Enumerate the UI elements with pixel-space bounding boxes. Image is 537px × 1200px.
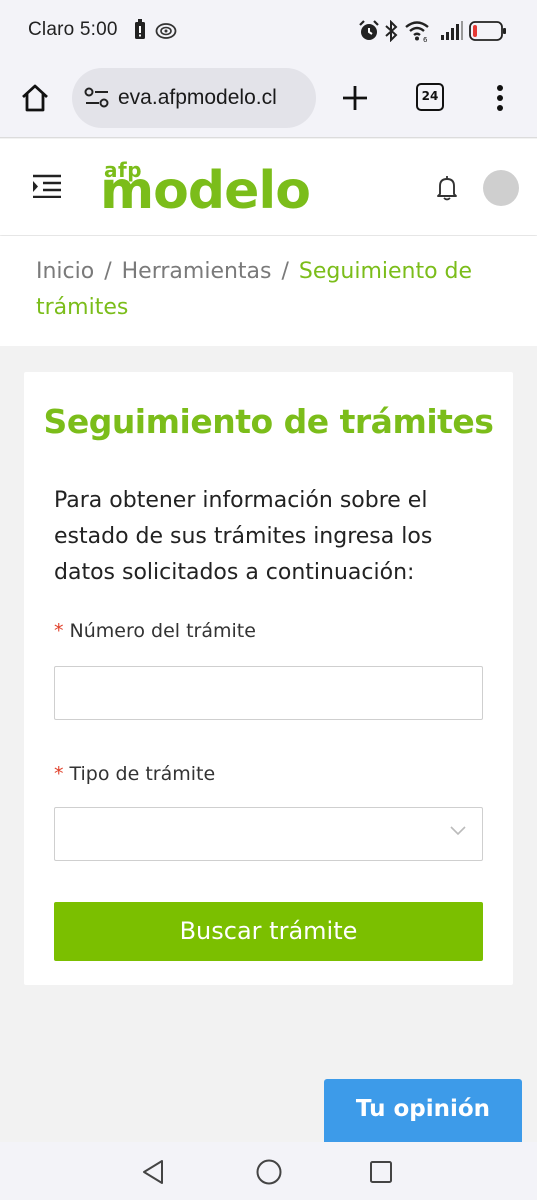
numero-label: * Número del trámite xyxy=(54,620,256,642)
url-text: eva.afpmodelo.cl xyxy=(118,86,277,109)
breadcrumb-inicio[interactable]: Inicio xyxy=(36,259,94,284)
tabs-icon[interactable]: 24 xyxy=(416,83,444,111)
home-circle-icon[interactable] xyxy=(255,1158,283,1186)
intro-text: Para obtener información sobre el estado… xyxy=(54,488,433,585)
wifi-icon: 6 xyxy=(405,21,429,42)
required-mark: * xyxy=(54,620,64,642)
sim-alert-icon xyxy=(135,19,145,39)
site-settings-icon[interactable] xyxy=(84,87,110,109)
buscar-tramite-button[interactable]: Buscar trámite xyxy=(54,902,483,961)
menu-icon[interactable] xyxy=(496,84,504,112)
system-nav-bar xyxy=(0,1142,537,1200)
signal-icon xyxy=(441,21,463,40)
home-icon[interactable] xyxy=(20,83,50,113)
avatar[interactable] xyxy=(483,170,519,206)
bluetooth-icon xyxy=(385,20,398,42)
page-title: Seguimiento de trámites xyxy=(43,402,494,441)
battery-icon xyxy=(469,21,506,41)
hotspot-icon xyxy=(155,23,177,39)
required-mark: * xyxy=(54,763,64,785)
breadcrumb: Inicio / Herramientas / Seguimiento de trámi… xyxy=(0,236,537,346)
url-bar[interactable]: eva.afpmodelo.cl xyxy=(72,68,316,128)
alarm-icon xyxy=(359,20,379,40)
logo-modelo: modelo xyxy=(100,161,311,221)
tipo-tramite-select[interactable] xyxy=(54,807,483,861)
carrier-time: Claro 5:00 xyxy=(28,19,118,40)
chevron-down-icon xyxy=(450,826,466,836)
back-icon[interactable] xyxy=(141,1159,165,1185)
menu-toggle-icon[interactable] xyxy=(33,174,63,198)
recents-icon[interactable] xyxy=(369,1160,393,1184)
tracking-form-card: Seguimiento de trámites Para obtener inf… xyxy=(24,372,513,985)
browser-toolbar: eva.afpmodelo.cl 24 xyxy=(0,64,537,138)
breadcrumb-herramientas[interactable]: Herramientas xyxy=(122,259,272,284)
tipo-label-text: Tipo de trámite xyxy=(69,763,216,785)
breadcrumb-separator: / xyxy=(281,259,289,284)
numero-label-text: Número del trámite xyxy=(69,620,256,642)
numero-tramite-input[interactable] xyxy=(54,666,483,720)
svg-text:6: 6 xyxy=(423,36,428,42)
site-header: afp modelo xyxy=(0,139,537,235)
status-bar: Claro 5:00 6 xyxy=(0,0,537,64)
breadcrumb-separator: / xyxy=(104,259,112,284)
feedback-button[interactable]: Tu opinión xyxy=(324,1079,522,1143)
bell-icon[interactable] xyxy=(436,175,458,201)
new-tab-icon[interactable] xyxy=(342,85,368,111)
tipo-label: * Tipo de trámite xyxy=(54,763,215,785)
tab-count: 24 xyxy=(421,89,439,103)
